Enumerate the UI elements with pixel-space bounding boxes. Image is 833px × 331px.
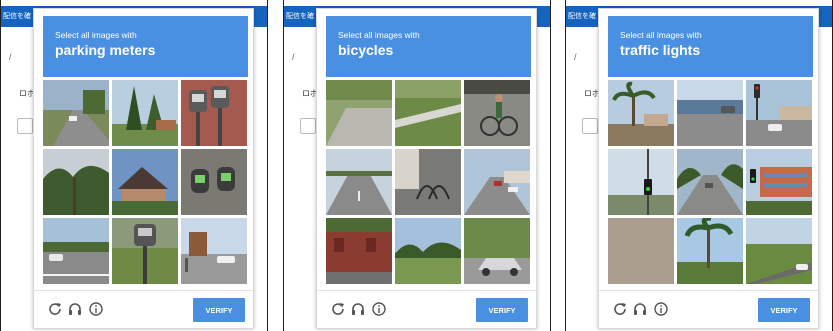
captcha-tile[interactable] [608, 218, 674, 284]
captcha-tile[interactable] [608, 149, 674, 215]
captcha-tile[interactable] [43, 149, 109, 215]
captcha-target: traffic lights [620, 42, 701, 58]
captcha-prompt: Select all images with [55, 30, 137, 40]
captcha-tile[interactable] [395, 218, 461, 284]
captcha-tile[interactable] [464, 218, 530, 284]
captcha-tile[interactable] [746, 80, 812, 146]
captcha-panel-2: 配信を確 / ロボ Select all images with bicycle… [283, 0, 551, 331]
info-icon[interactable] [371, 301, 387, 317]
captcha-prompt: Select all images with [338, 30, 420, 40]
screenshot-collage: 配信を確 / ロボ Select all images with parking… [0, 0, 833, 331]
background-checkbox[interactable] [300, 118, 316, 134]
captcha-tile[interactable] [43, 218, 109, 284]
captcha-tile[interactable] [181, 149, 247, 215]
captcha-footer: VERIFY [599, 290, 818, 330]
headphones-icon[interactable] [350, 301, 366, 317]
captcha-image-grid [326, 80, 531, 285]
captcha-tile[interactable] [112, 80, 178, 146]
captcha-image-grid [43, 80, 248, 285]
captcha-panel-1: 配信を確 / ロボ Select all images with parking… [0, 0, 268, 331]
captcha-tile[interactable] [464, 149, 530, 215]
captcha-tile[interactable] [181, 218, 247, 284]
captcha-panel-3: 配信を確 / ロボ Select all images with traffic… [565, 0, 833, 331]
captcha-tile[interactable] [677, 218, 743, 284]
captcha-tile[interactable] [677, 149, 743, 215]
captcha-tile[interactable] [746, 218, 812, 284]
captcha-footer: VERIFY [34, 290, 253, 330]
captcha-prompt: Select all images with [620, 30, 702, 40]
captcha-footer: VERIFY [317, 290, 536, 330]
verify-button[interactable]: VERIFY [758, 298, 810, 322]
banner-text: 配信を確 [286, 12, 314, 20]
captcha-tile[interactable] [395, 149, 461, 215]
banner-text: 配信を確 [568, 12, 596, 20]
captcha-widget: Select all images with bicycles VERIFY [316, 8, 537, 329]
captcha-target: parking meters [55, 42, 156, 58]
captcha-tile[interactable] [326, 149, 392, 215]
headphones-icon[interactable] [67, 301, 83, 317]
captcha-image-grid [608, 80, 813, 285]
captcha-widget: Select all images with parking meters VE… [33, 8, 254, 329]
captcha-header: Select all images with bicycles [326, 16, 531, 77]
captcha-tile[interactable] [326, 218, 392, 284]
captcha-tile[interactable] [395, 80, 461, 146]
captcha-header: Select all images with parking meters [43, 16, 248, 77]
verify-button[interactable]: VERIFY [193, 298, 245, 322]
captcha-tile[interactable] [181, 80, 247, 146]
reload-icon[interactable] [612, 301, 628, 317]
captcha-tile[interactable] [112, 218, 178, 284]
captcha-tile[interactable] [746, 149, 812, 215]
info-icon[interactable] [88, 301, 104, 317]
captcha-tile[interactable] [112, 149, 178, 215]
headphones-icon[interactable] [632, 301, 648, 317]
background-mark: / [292, 52, 295, 62]
captcha-tile[interactable] [43, 80, 109, 146]
captcha-tile[interactable] [608, 80, 674, 146]
captcha-tile[interactable] [326, 80, 392, 146]
captcha-tile[interactable] [464, 80, 530, 146]
captcha-tile[interactable] [677, 80, 743, 146]
captcha-widget: Select all images with traffic lights VE… [598, 8, 819, 329]
reload-icon[interactable] [330, 301, 346, 317]
background-checkbox[interactable] [17, 118, 33, 134]
background-checkbox[interactable] [582, 118, 598, 134]
banner-text: 配信を確 [3, 12, 31, 20]
background-mark: / [9, 52, 12, 62]
captcha-header: Select all images with traffic lights [608, 16, 813, 77]
info-icon[interactable] [653, 301, 669, 317]
captcha-target: bicycles [338, 42, 394, 58]
background-mark: / [574, 52, 577, 62]
verify-button[interactable]: VERIFY [476, 298, 528, 322]
reload-icon[interactable] [47, 301, 63, 317]
